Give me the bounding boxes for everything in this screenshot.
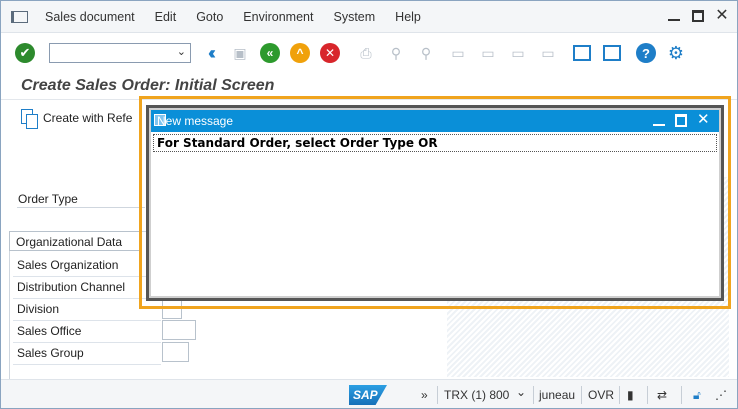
system-info[interactable]: TRX (1) 800 (444, 388, 509, 402)
copy-reference-icon (21, 109, 38, 129)
exit-icon: ^ (290, 43, 310, 63)
order-type-underline (17, 207, 145, 208)
menu-goto[interactable]: Goto (196, 10, 223, 24)
row-divider (13, 364, 161, 365)
standard-toolbar: ✔ ⌄ ‹‹ ▣ « ^ ✕ ⎙ ⚲ ⚲ ▭ ▭ ▭ ▭ ? ⚙ (1, 33, 737, 73)
sales-group-label: Sales Group (17, 346, 84, 360)
status-divider (533, 386, 534, 404)
help-button[interactable]: ? (635, 42, 657, 64)
menu-help[interactable]: Help (395, 10, 421, 24)
status-divider (581, 386, 582, 404)
status-bar: SAP » TRX (1) 800 ⌄ juneau OVR ▮ ⇄ 🔓︎ ⋰ (1, 379, 737, 408)
order-type-label: Order Type (18, 192, 78, 206)
status-divider (437, 386, 438, 404)
message-window-titlebar[interactable]: New message ✕ (151, 110, 719, 132)
create-session-icon (573, 45, 591, 61)
back-icon: « (260, 43, 280, 63)
connection-icon: ▮ (627, 388, 634, 402)
tab-organizational-data-label: Organizational Data (16, 235, 123, 249)
status-divider (619, 386, 620, 404)
row-divider (13, 320, 161, 321)
sales-organization-label: Sales Organization (17, 258, 119, 272)
row-divider (13, 342, 161, 343)
menu-system[interactable]: System (333, 10, 375, 24)
user-name: juneau (539, 388, 576, 402)
sap-logo: SAP (349, 385, 387, 405)
lock-icon[interactable]: 🔓︎ (693, 388, 701, 403)
minimize-icon[interactable] (653, 114, 665, 127)
sap-window: Sales document Edit Goto Environment Sys… (0, 0, 738, 409)
menu-sales-document[interactable]: Sales document (45, 10, 135, 24)
menu-toggle-icon[interactable] (11, 10, 28, 23)
distribution-channel-label: Distribution Channel (17, 280, 126, 294)
create-session-button[interactable] (571, 42, 593, 64)
sales-office-input[interactable] (162, 320, 196, 340)
sales-office-label: Sales Office (17, 324, 82, 338)
create-with-reference-label: Create with Refe (43, 111, 133, 125)
find-next-icon[interactable]: ⚲ (415, 42, 437, 64)
sales-group-input[interactable] (162, 342, 189, 362)
status-divider (647, 386, 648, 404)
message-window-controls: ✕ (653, 112, 710, 127)
division-label: Division (17, 302, 60, 316)
save-icon[interactable]: ▣ (229, 42, 251, 64)
cancel-button[interactable]: ✕ (319, 42, 341, 64)
message-window-title: New message (157, 114, 234, 128)
cancel-icon: ✕ (320, 43, 340, 63)
maximize-icon[interactable] (691, 9, 705, 23)
transfer-icon: ⇄ (657, 388, 668, 402)
first-page-icon[interactable]: ▭ (447, 42, 469, 64)
tab-organizational-data[interactable]: Organizational Data (9, 231, 141, 251)
close-icon[interactable]: ✕ (715, 8, 729, 24)
maximize-icon[interactable] (675, 114, 687, 127)
create-with-reference-button[interactable]: Create with Refe (21, 109, 133, 129)
back-double-chevron-icon[interactable]: ‹‹ (199, 42, 221, 64)
command-input[interactable] (50, 44, 170, 62)
help-icon: ? (636, 43, 656, 63)
customize-layout-icon[interactable]: ⚙ (665, 42, 687, 64)
message-window: New message ✕ For Standard Order, select… (146, 105, 724, 301)
print-icon[interactable]: ⎙ (355, 42, 377, 64)
command-field[interactable]: ⌄ (49, 43, 191, 63)
generate-shortcut-icon (603, 45, 621, 61)
page-title: Create Sales Order: Initial Screen (21, 77, 275, 94)
close-icon[interactable]: ✕ (697, 112, 710, 127)
window-controls: ✕ (667, 8, 729, 24)
status-divider (681, 386, 682, 404)
find-icon[interactable]: ⚲ (385, 42, 407, 64)
message-text: For Standard Order, select Order Type OR (153, 134, 717, 152)
minimize-icon[interactable] (667, 9, 681, 23)
last-page-icon[interactable]: ▭ (537, 42, 559, 64)
back-button[interactable]: « (259, 42, 281, 64)
chevron-down-icon[interactable]: ⌄ (516, 385, 526, 399)
menu-environment[interactable]: Environment (243, 10, 313, 24)
previous-page-icon[interactable]: ▭ (477, 42, 499, 64)
command-dropdown-icon[interactable]: ⌄ (177, 45, 186, 58)
menubar: Sales document Edit Goto Environment Sys… (1, 1, 737, 33)
exit-button[interactable]: ^ (289, 42, 311, 64)
resize-grip-icon: ⋰ (715, 388, 727, 402)
menu-edit[interactable]: Edit (155, 10, 177, 24)
next-page-icon[interactable]: ▭ (507, 42, 529, 64)
status-expand-button[interactable]: » (421, 388, 428, 402)
generate-shortcut-button[interactable] (601, 42, 623, 64)
enter-icon[interactable]: ✔ (15, 43, 35, 63)
insert-mode[interactable]: OVR (588, 388, 614, 402)
